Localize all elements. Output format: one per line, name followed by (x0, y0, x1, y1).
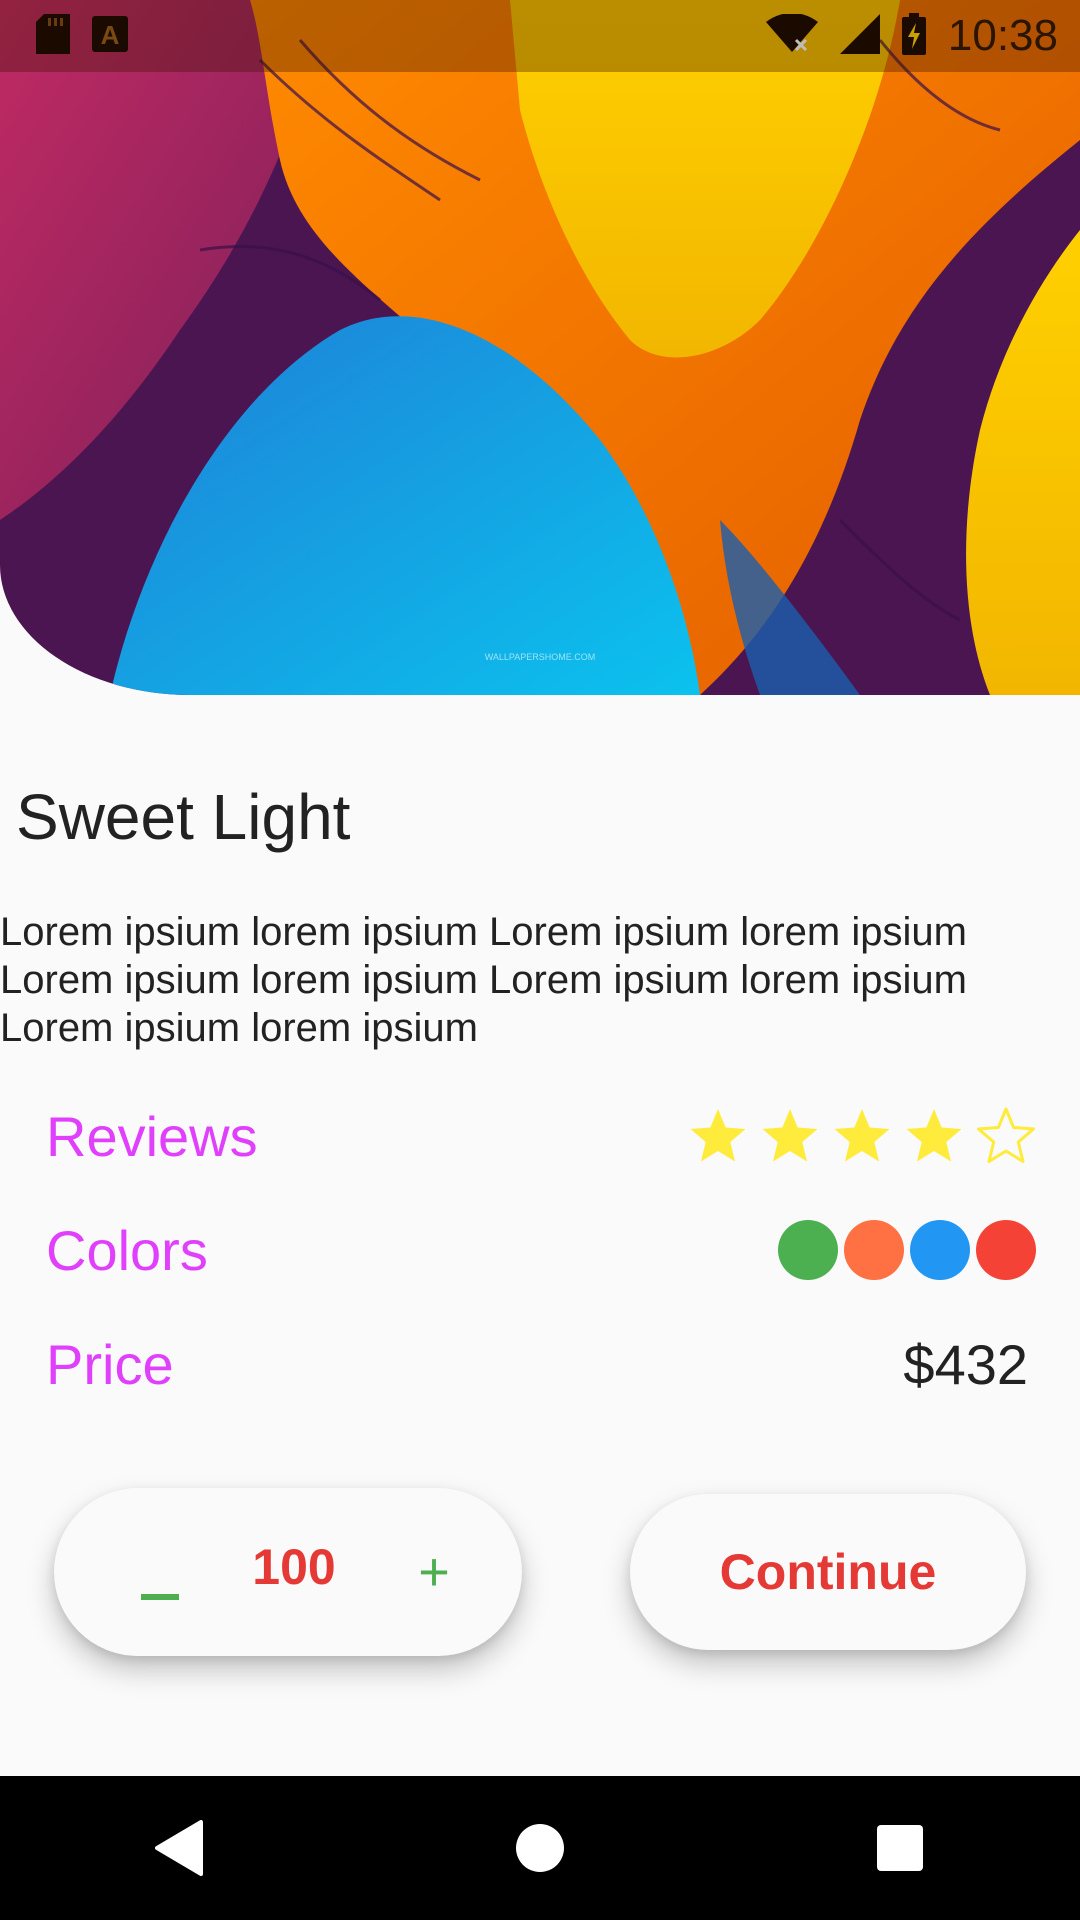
color-swatch[interactable] (778, 1220, 838, 1280)
color-swatches (778, 1220, 1036, 1280)
star-filled-icon[interactable] (904, 1106, 964, 1166)
watermark-text: WALLPAPERSHOME.COM (485, 652, 596, 662)
svg-text:A: A (101, 20, 120, 50)
status-bar: A 10:38 (0, 0, 1080, 72)
quantity-value: 100 (252, 1539, 336, 1595)
color-swatch[interactable] (910, 1220, 970, 1280)
home-circle-icon (516, 1824, 564, 1872)
wifi-off-icon (765, 12, 818, 59)
reviews-label: Reviews (46, 1104, 258, 1168)
recents-button[interactable] (840, 1788, 960, 1908)
product-description: Lorem ipsium lorem ipsium Lorem ipsium l… (0, 910, 967, 1050)
increment-button[interactable]: + (394, 1532, 474, 1612)
battery-charging-icon (901, 12, 926, 60)
system-nav-bar (0, 1776, 1080, 1920)
rating-stars[interactable] (688, 1106, 1036, 1166)
sd-card-icon (36, 13, 70, 59)
color-swatch[interactable] (844, 1220, 904, 1280)
hero-image: WALLPAPERSHOME.COM (0, 0, 1080, 695)
star-outline-icon[interactable] (976, 1106, 1036, 1166)
recents-square-icon (877, 1825, 923, 1871)
colors-label: Colors (46, 1218, 208, 1282)
colors-row: Colors (46, 1210, 1036, 1290)
abstract-paint-artwork: WALLPAPERSHOME.COM (0, 0, 1080, 695)
continue-button[interactable]: Continue (630, 1494, 1026, 1650)
star-filled-icon[interactable] (832, 1106, 892, 1166)
star-filled-icon[interactable] (760, 1106, 820, 1166)
status-time: 10:38 (947, 11, 1058, 60)
a-notification-icon: A (92, 15, 128, 57)
price-value: $432 (903, 1332, 1028, 1396)
star-filled-icon[interactable] (688, 1106, 748, 1166)
reviews-row: Reviews (46, 1096, 1035, 1176)
home-button[interactable] (480, 1788, 600, 1908)
product-title: Sweet Light (16, 781, 351, 853)
color-swatch[interactable] (976, 1220, 1036, 1280)
back-triangle-icon (155, 1820, 203, 1876)
decrement-button[interactable] (120, 1544, 200, 1624)
quantity-stepper: 100 + (54, 1488, 522, 1656)
price-row: Price $432 (46, 1324, 1028, 1404)
minus-icon (141, 1594, 179, 1600)
price-label: Price (46, 1332, 174, 1396)
signal-icon (839, 13, 880, 59)
back-button[interactable] (120, 1788, 240, 1908)
